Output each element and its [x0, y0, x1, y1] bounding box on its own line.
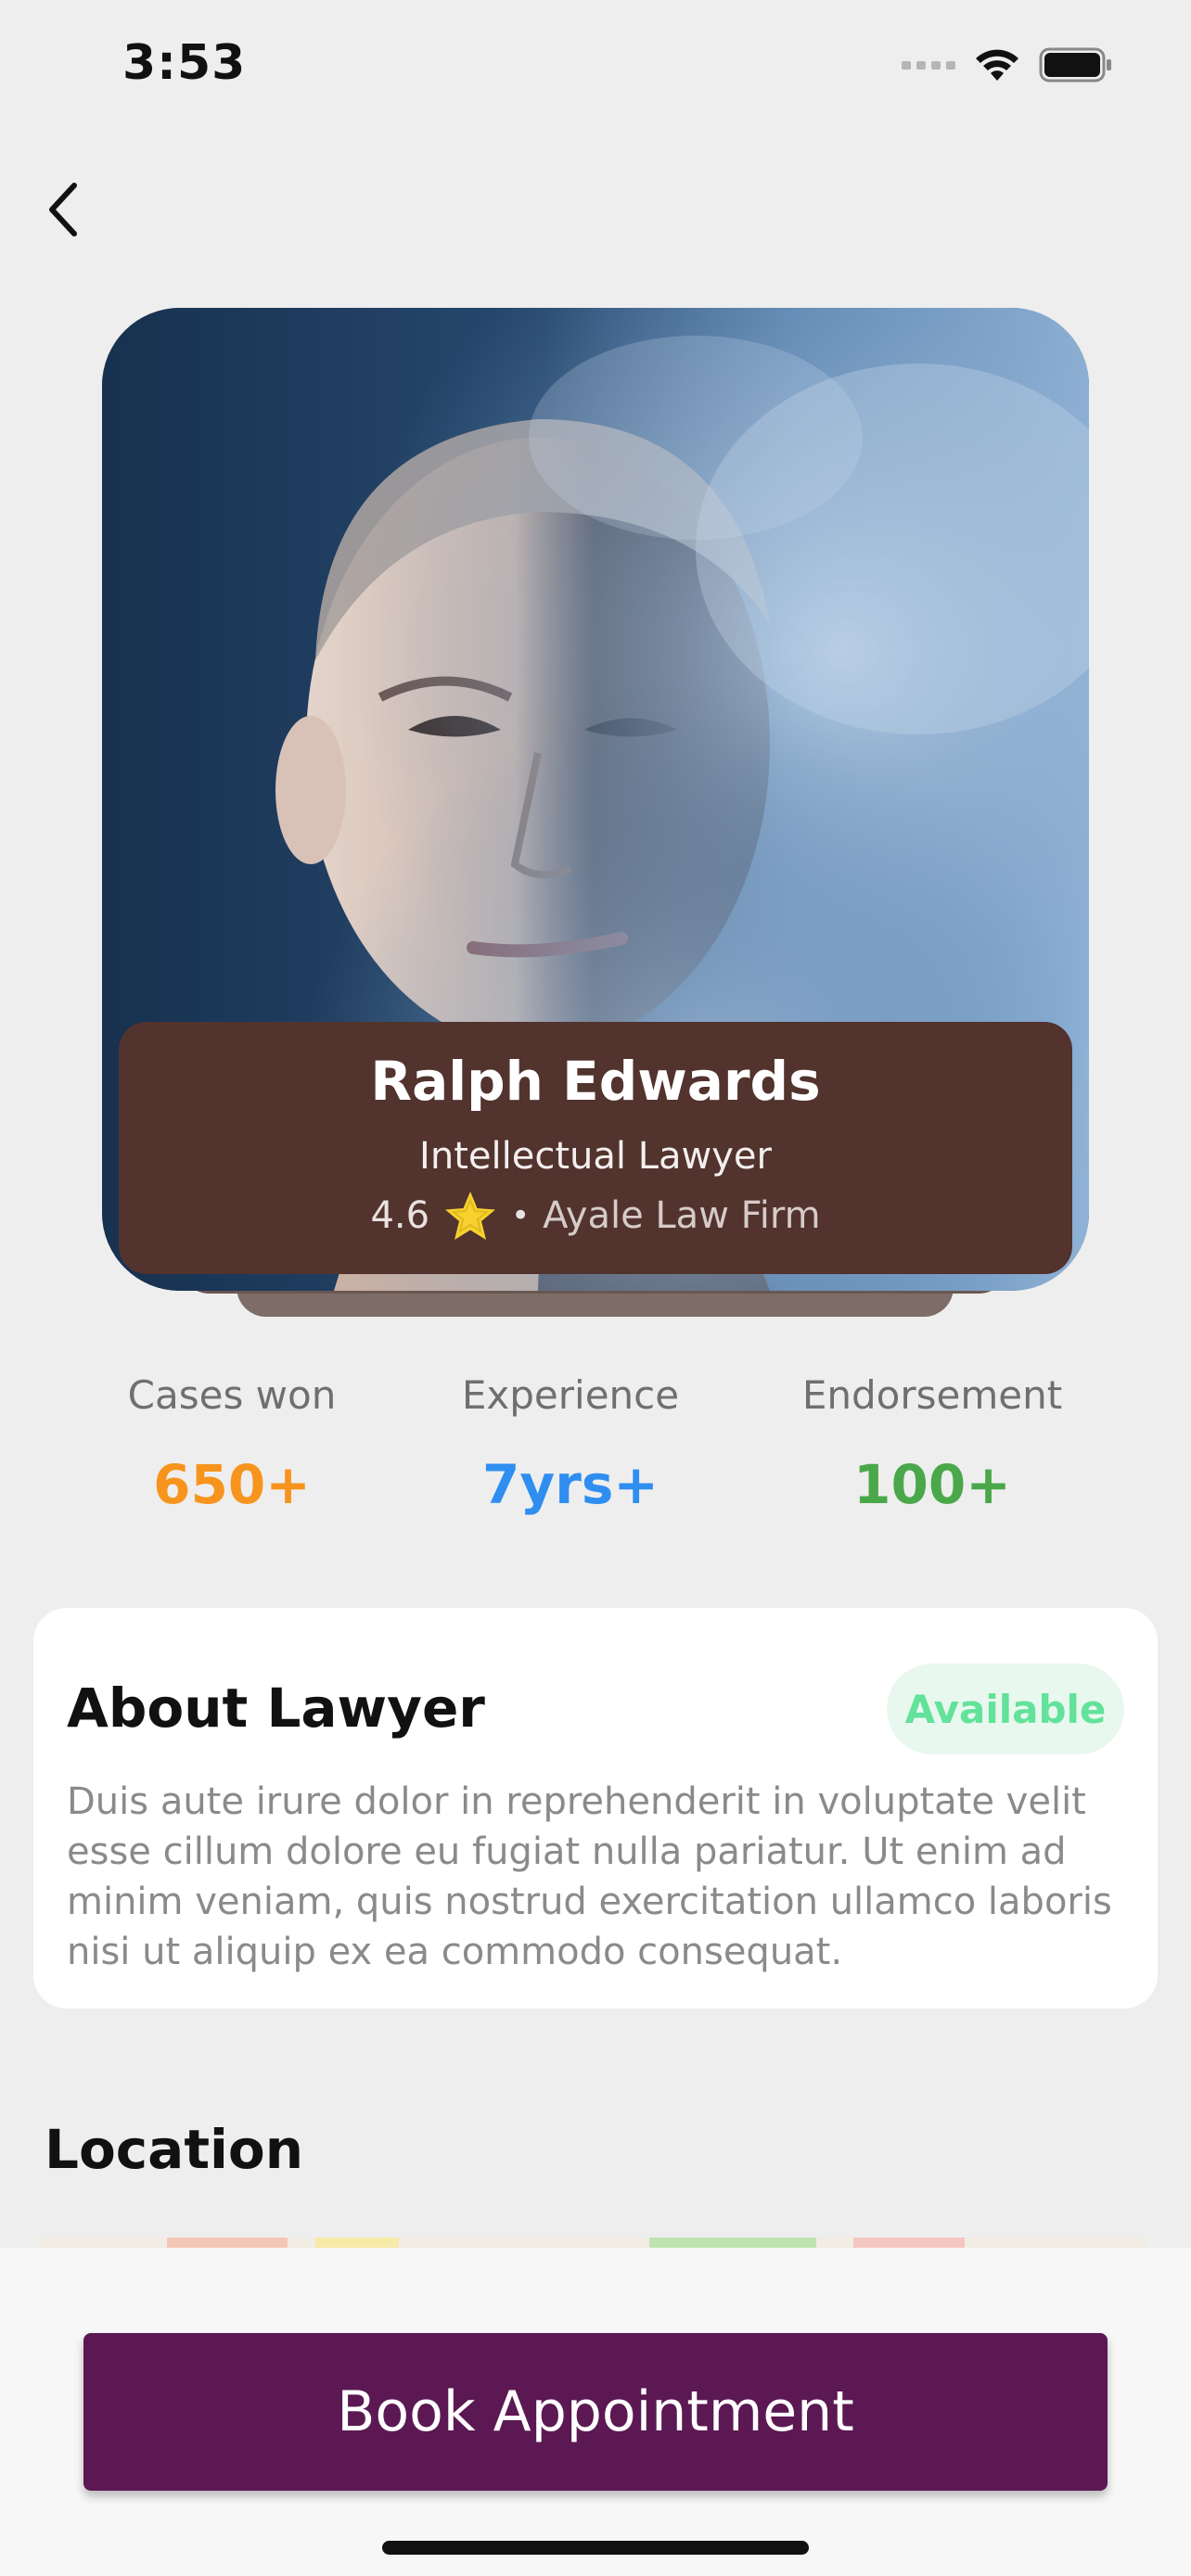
- separator-dot: •: [511, 1197, 531, 1234]
- rating-value: 4.6: [370, 1194, 430, 1237]
- stat-label: Endorsement: [801, 1372, 1063, 1418]
- back-button[interactable]: [33, 172, 93, 247]
- book-appointment-button[interactable]: Book Appointment: [83, 2333, 1108, 2491]
- stat-value: 100+: [853, 1453, 1011, 1516]
- battery-icon: [1039, 47, 1111, 83]
- about-description: Duis aute irure dolor in reprehenderit i…: [67, 1780, 1112, 1973]
- lawyer-title: Intellectual Lawyer: [419, 1135, 772, 1178]
- stat-value: 7yrs+: [482, 1453, 659, 1516]
- cellular-signal-icon: [902, 60, 955, 70]
- chevron-left-icon: [49, 183, 77, 236]
- lawyer-name: Ralph Edwards: [370, 1050, 821, 1113]
- home-indicator[interactable]: [382, 2541, 809, 2555]
- stat-label: Experience: [461, 1372, 680, 1418]
- lawyer-meta-row: 4.6 • Ayale Law Firm: [119, 1189, 1072, 1243]
- status-icons: [902, 43, 1113, 87]
- stat-cases-won: Cases won 650+: [121, 1372, 343, 1516]
- star-icon: [445, 1192, 496, 1240]
- stat-experience: Experience 7yrs+: [455, 1372, 686, 1516]
- availability-badge: Available: [887, 1664, 1124, 1754]
- stat-value: 650+: [153, 1453, 311, 1516]
- lawyer-profile-screen: 3:53 Ralph Edwards Intellectual Lawyer 4…: [0, 0, 1191, 2576]
- wifi-icon: [976, 49, 1018, 81]
- about-lawyer-card: About Lawyer Available Duis aute irure d…: [33, 1608, 1158, 2009]
- lawyer-info-card: Ralph Edwards Intellectual Lawyer 4.6 • …: [119, 1022, 1072, 1274]
- stat-label: Cases won: [127, 1372, 337, 1418]
- stat-endorsement: Endorsement 100+: [793, 1372, 1071, 1516]
- about-title: About Lawyer: [67, 1677, 485, 1740]
- status-time: 3:53: [122, 35, 247, 91]
- law-firm: Ayale Law Firm: [543, 1194, 821, 1237]
- location-title: Location: [45, 2118, 304, 2181]
